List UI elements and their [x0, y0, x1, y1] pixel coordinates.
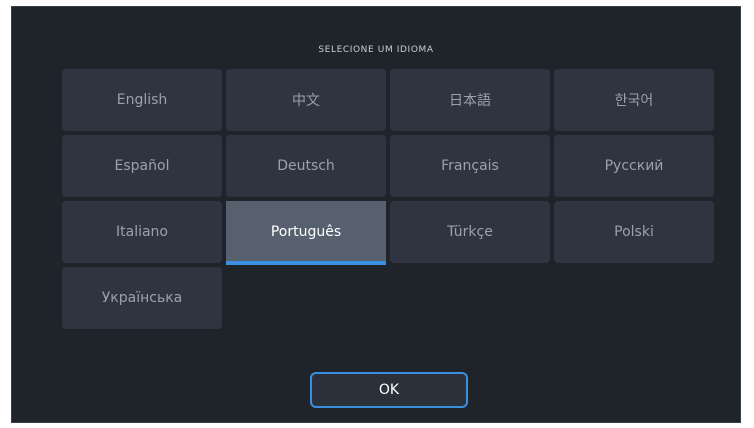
language-label: Deutsch	[277, 158, 335, 174]
selection-indicator	[226, 261, 386, 265]
language-label: Русский	[604, 158, 664, 174]
language-label: Español	[114, 158, 170, 174]
language-option-polish[interactable]: Polski	[554, 201, 714, 263]
language-option-french[interactable]: Français	[390, 135, 550, 197]
language-label: 日本語	[449, 93, 491, 109]
language-label: Українська	[101, 290, 183, 306]
language-selection-screen: SELECIONE UM IDIOMA English 中文 日本語 한국어 E…	[11, 6, 741, 423]
language-option-ukrainian[interactable]: Українська	[62, 267, 222, 329]
language-option-english[interactable]: English	[62, 69, 222, 131]
language-option-italian[interactable]: Italiano	[62, 201, 222, 263]
language-label: Türkçe	[447, 224, 493, 240]
language-grid: English 中文 日本語 한국어 Español Deutsch Franç…	[62, 69, 716, 329]
language-option-chinese[interactable]: 中文	[226, 69, 386, 131]
language-label: 한국어	[614, 93, 654, 109]
language-label: Polski	[614, 224, 654, 240]
language-option-russian[interactable]: Русский	[554, 135, 714, 197]
ok-button-label: OK	[378, 382, 400, 398]
language-label: Italiano	[116, 224, 168, 240]
language-label: English	[116, 92, 168, 108]
language-option-korean[interactable]: 한국어	[554, 69, 714, 131]
language-option-german[interactable]: Deutsch	[226, 135, 386, 197]
language-option-japanese[interactable]: 日本語	[390, 69, 550, 131]
language-label: 中文	[292, 93, 320, 109]
language-option-portuguese[interactable]: Português	[226, 201, 386, 265]
ok-button[interactable]: OK	[310, 372, 468, 408]
language-option-turkish[interactable]: Türkçe	[390, 201, 550, 263]
language-option-spanish[interactable]: Español	[62, 135, 222, 197]
language-label: Português	[270, 224, 342, 240]
language-label: Français	[441, 158, 499, 174]
dialog-title: SELECIONE UM IDIOMA	[318, 45, 434, 55]
